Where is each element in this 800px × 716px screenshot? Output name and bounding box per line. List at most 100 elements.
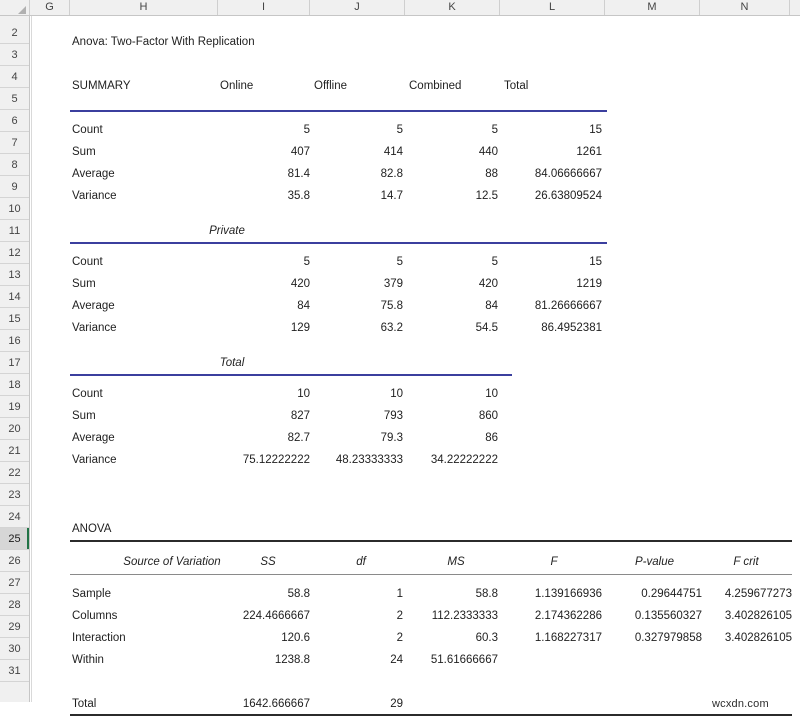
anova-row-1-df[interactable]: 2	[315, 609, 403, 623]
group-0-row-1-value-3[interactable]: 1261	[502, 145, 602, 159]
summary-column-total[interactable]: Total	[504, 79, 528, 93]
group-1-row-2-value-1[interactable]: 75.8	[315, 299, 403, 313]
group-2-row-0-value-1[interactable]: 10	[315, 387, 403, 401]
row-header-23[interactable]: 23	[0, 484, 29, 506]
anova-row-0-ms[interactable]: 58.8	[392, 587, 498, 601]
column-header-i[interactable]: I	[218, 0, 310, 15]
group-2-row-2-value-0[interactable]: 82.7	[222, 431, 310, 445]
group-1-row-0-value-0[interactable]: 5	[222, 255, 310, 269]
anova-row-0-source[interactable]: Sample	[72, 587, 111, 601]
column-header-m[interactable]: M	[605, 0, 700, 15]
row-header-25[interactable]: 25	[0, 528, 29, 550]
summary-label[interactable]: SUMMARY	[72, 79, 131, 93]
row-header-10[interactable]: 10	[0, 198, 29, 220]
row-header-9[interactable]: 9	[0, 176, 29, 198]
row-header-16[interactable]: 16	[0, 330, 29, 352]
anova-row-2-fcrit[interactable]: 3.402826105	[687, 631, 792, 645]
anova-row-2-df[interactable]: 2	[315, 631, 403, 645]
group-0-row-2-value-2[interactable]: 88	[410, 167, 498, 181]
row-header-4[interactable]: 4	[0, 66, 29, 88]
anova-row-0-f[interactable]: 1.139166936	[492, 587, 602, 601]
group-0-row-1-value-2[interactable]: 440	[410, 145, 498, 159]
group-1-row-3-value-2[interactable]: 54.5	[410, 321, 498, 335]
group-1-row-3-value-1[interactable]: 63.2	[315, 321, 403, 335]
group-2-row-1-value-0[interactable]: 827	[222, 409, 310, 423]
group-2-row-2-value-1[interactable]: 79.3	[315, 431, 403, 445]
group-1-row-2-value-0[interactable]: 84	[222, 299, 310, 313]
row-header-13[interactable]: 13	[0, 264, 29, 286]
row-header-8[interactable]: 8	[0, 154, 29, 176]
group-0-row-2-value-3[interactable]: 84.06666667	[502, 167, 602, 181]
group-1-row-1-value-0[interactable]: 420	[222, 277, 310, 291]
anova-row-1-source[interactable]: Columns	[72, 609, 117, 623]
row-header-29[interactable]: 29	[0, 616, 29, 638]
row-header-19[interactable]: 19	[0, 396, 29, 418]
column-header-g[interactable]: G	[30, 0, 70, 15]
row-header-17[interactable]: 17	[0, 352, 29, 374]
anova-column-ms[interactable]: MS	[410, 555, 502, 569]
row-header-18[interactable]: 18	[0, 374, 29, 396]
group-2-row-3-label[interactable]: Variance	[72, 453, 117, 467]
group-1-row-2-value-2[interactable]: 84	[410, 299, 498, 313]
anova-row-0-fcrit[interactable]: 4.259677273	[687, 587, 792, 601]
column-header-k[interactable]: K	[405, 0, 500, 15]
row-header-2[interactable]: 2	[0, 22, 29, 44]
anova-total-ss[interactable]: 1642.666667	[202, 697, 310, 711]
group-0-row-0-value-0[interactable]: 5	[222, 123, 310, 137]
group-2-row-1-label[interactable]: Sum	[72, 409, 96, 423]
group-0-row-2-value-0[interactable]: 81.4	[222, 167, 310, 181]
group-1-row-3-label[interactable]: Variance	[72, 321, 117, 335]
group-2-row-0-label[interactable]: Count	[72, 387, 103, 401]
group-0-row-3-value-1[interactable]: 14.7	[315, 189, 403, 203]
row-header-14[interactable]: 14	[0, 286, 29, 308]
anova-column-df[interactable]: df	[315, 555, 407, 569]
row-header-24[interactable]: 24	[0, 506, 29, 528]
row-header-3[interactable]: 3	[0, 44, 29, 66]
column-header-n[interactable]: N	[700, 0, 790, 15]
row-header-15[interactable]: 15	[0, 308, 29, 330]
group-0-row-3-value-0[interactable]: 35.8	[222, 189, 310, 203]
row-header-7[interactable]: 7	[0, 132, 29, 154]
anova-row-1-fcrit[interactable]: 3.402826105	[687, 609, 792, 623]
group-0-row-3-value-3[interactable]: 26.63809524	[502, 189, 602, 203]
anova-row-2-f[interactable]: 1.168227317	[492, 631, 602, 645]
anova-row-2-ms[interactable]: 60.3	[392, 631, 498, 645]
group-0-row-0-value-1[interactable]: 5	[315, 123, 403, 137]
group-2-row-3-value-1[interactable]: 48.23333333	[297, 453, 403, 467]
anova-row-3-ms[interactable]: 51.61666667	[392, 653, 498, 667]
group-0-row-2-label[interactable]: Average	[72, 167, 115, 181]
anova-row-3-ss[interactable]: 1238.8	[202, 653, 310, 667]
anova-row-2-ss[interactable]: 120.6	[202, 631, 310, 645]
row-header-31[interactable]: 31	[0, 660, 29, 682]
group-0-row-2-value-1[interactable]: 82.8	[315, 167, 403, 181]
group-2-row-3-value-0[interactable]: 75.12222222	[202, 453, 310, 467]
anova-total-source[interactable]: Total	[72, 697, 96, 711]
group-0-row-1-label[interactable]: Sum	[72, 145, 96, 159]
anova-row-1-f[interactable]: 2.174362286	[492, 609, 602, 623]
group-1-row-1-label[interactable]: Sum	[72, 277, 96, 291]
group-2-row-1-value-2[interactable]: 860	[410, 409, 498, 423]
anova-total-df[interactable]: 29	[315, 697, 403, 711]
row-header-28[interactable]: 28	[0, 594, 29, 616]
group-2-row-1-value-1[interactable]: 793	[315, 409, 403, 423]
column-header-j[interactable]: J	[310, 0, 405, 15]
anova-row-0-ss[interactable]: 58.8	[202, 587, 310, 601]
select-all-corner[interactable]	[0, 0, 30, 15]
group-2-name[interactable]: Total	[162, 356, 302, 370]
report-title[interactable]: Anova: Two-Factor With Replication	[72, 35, 255, 49]
group-1-row-0-value-1[interactable]: 5	[315, 255, 403, 269]
group-0-row-1-value-1[interactable]: 414	[315, 145, 403, 159]
group-0-row-3-label[interactable]: Variance	[72, 189, 117, 203]
anova-column-f[interactable]: F	[504, 555, 604, 569]
group-2-row-2-value-2[interactable]: 86	[410, 431, 498, 445]
anova-column-ss[interactable]: SS	[222, 555, 314, 569]
anova-row-3-df[interactable]: 24	[315, 653, 403, 667]
anova-row-3-source[interactable]: Within	[72, 653, 104, 667]
anova-row-0-df[interactable]: 1	[315, 587, 403, 601]
group-1-row-0-value-2[interactable]: 5	[410, 255, 498, 269]
worksheet-canvas[interactable]: Anova: Two-Factor With Replication SUMMA…	[31, 16, 800, 702]
anova-row-1-ss[interactable]: 224.4666667	[202, 609, 310, 623]
group-1-row-3-value-3[interactable]: 86.4952381	[502, 321, 602, 335]
summary-column-combined[interactable]: Combined	[409, 79, 461, 93]
group-1-row-0-label[interactable]: Count	[72, 255, 103, 269]
